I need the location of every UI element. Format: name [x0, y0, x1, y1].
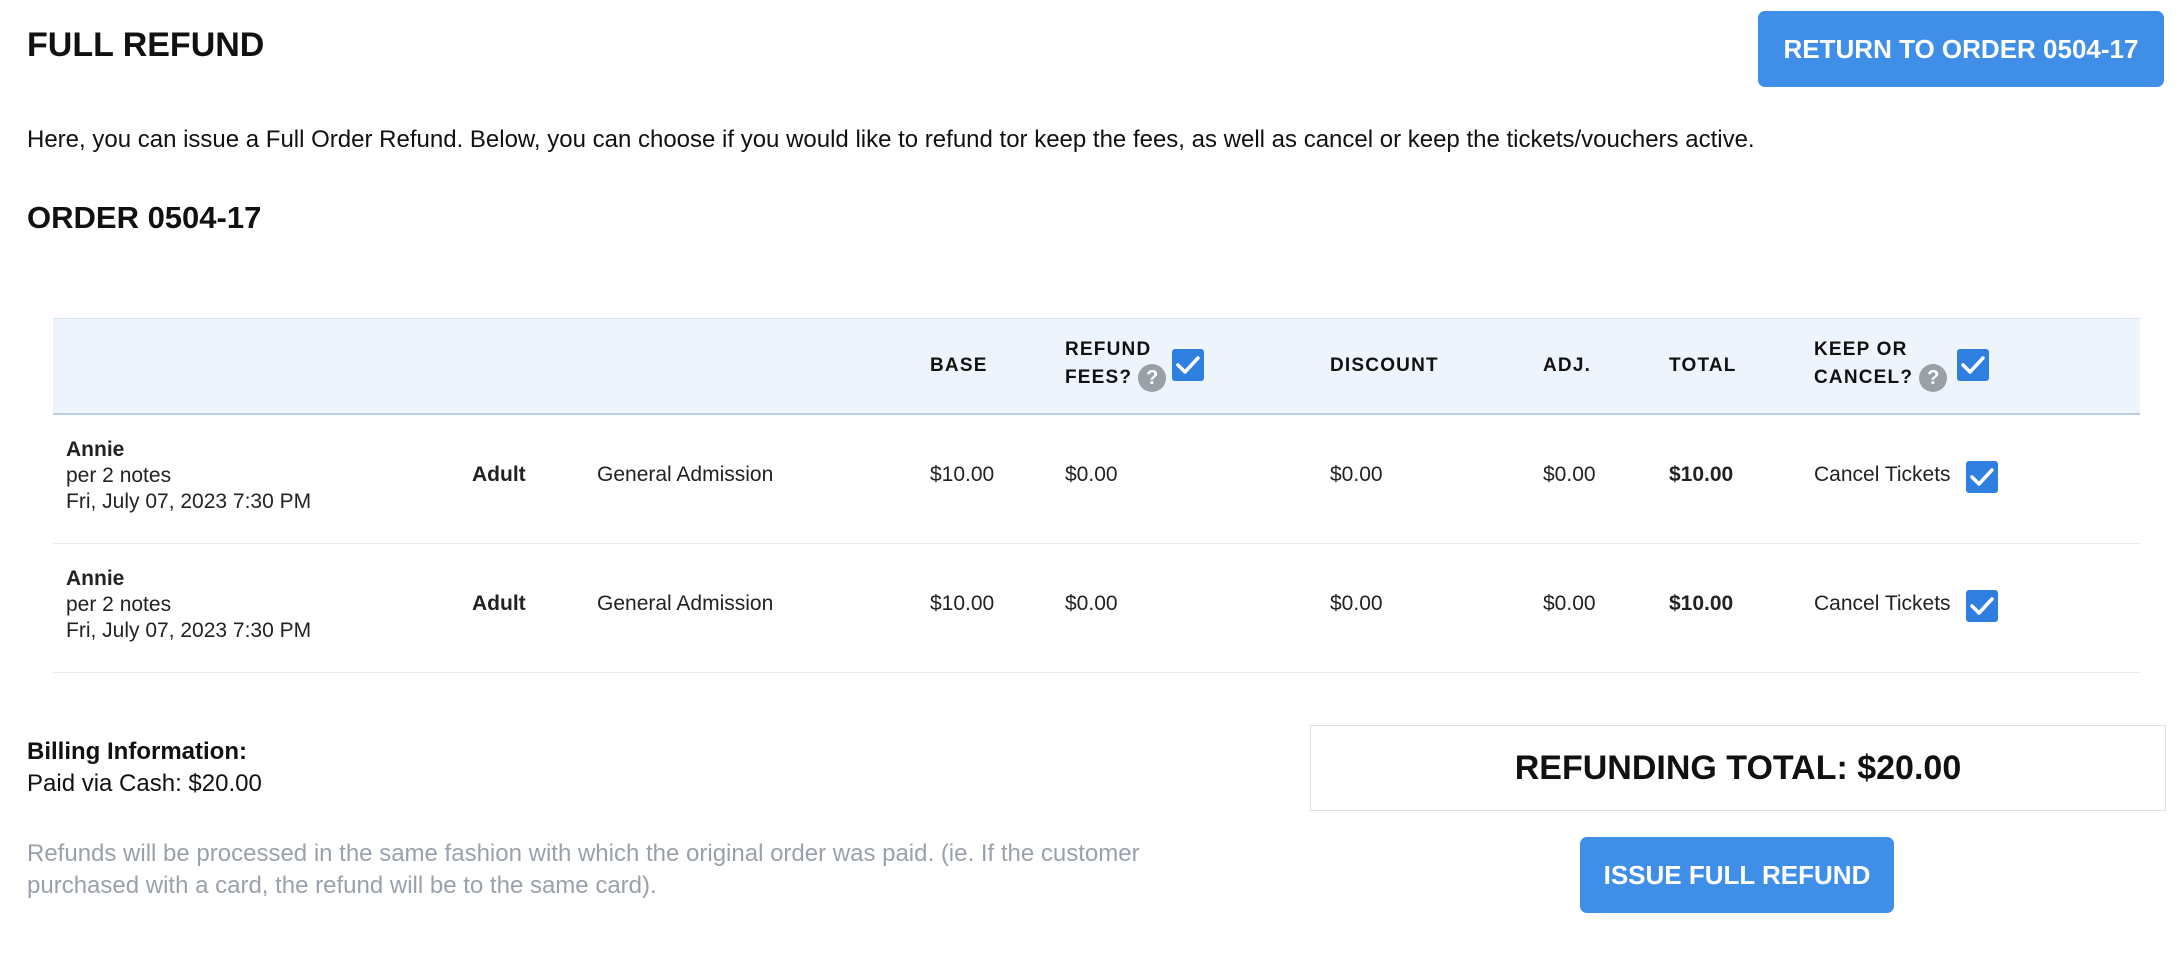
row-action-label: Cancel Tickets: [1814, 463, 1951, 486]
full-refund-page: FULL REFUND RETURN TO ORDER 0504-17 Here…: [0, 0, 2180, 974]
row-action-label: Cancel Tickets: [1814, 592, 1951, 615]
cancel-tickets-checkbox[interactable]: [1966, 461, 1998, 493]
header-refund-fees: REFUND FEES??: [1065, 336, 1167, 392]
admission-type: General Admission: [597, 463, 774, 486]
help-icon[interactable]: ?: [1919, 364, 1948, 392]
intro-text: Here, you can issue a Full Order Refund.…: [27, 126, 1755, 153]
table-row: Annie per 2 notes Fri, July 07, 2023 7:3…: [53, 415, 2140, 544]
ticket-type: Adult: [472, 463, 526, 486]
issue-full-refund-button[interactable]: ISSUE FULL REFUND: [1580, 837, 1894, 913]
refund-note: Refunds will be processed in the same fa…: [27, 840, 1140, 899]
header-keep-cancel-line1: KEEP OR: [1814, 339, 1908, 360]
customer-notes: per 2 notes: [66, 593, 172, 616]
fees-amount: $0.00: [1065, 463, 1118, 486]
order-heading: ORDER 0504-17: [27, 200, 262, 235]
base-amount: $10.00: [930, 463, 995, 486]
header-base: BASE: [930, 355, 988, 376]
customer-name: Annie: [66, 567, 125, 590]
customer-info: Annie per 2 notes Fri, July 07, 2023 7:3…: [66, 566, 311, 644]
header-keep-cancel-line2: CANCEL?: [1814, 367, 1914, 389]
base-amount: $10.00: [930, 592, 995, 615]
checkbox-checked-icon: [1176, 356, 1200, 374]
checkbox-checked-icon: [1961, 356, 1985, 374]
keep-or-cancel-checkbox[interactable]: [1957, 349, 1989, 381]
event-datetime: Fri, July 07, 2023 7:30 PM: [66, 490, 312, 513]
refunding-total: REFUNDING TOTAL: $20.00: [1310, 725, 2166, 811]
cancel-tickets-checkbox[interactable]: [1966, 590, 1998, 622]
header-refund-fees-line2: FEES?: [1065, 367, 1133, 389]
adj-amount: $0.00: [1543, 592, 1596, 615]
header-refund-fees-line1: REFUND: [1065, 339, 1152, 360]
header-total: TOTAL: [1669, 355, 1737, 376]
admission-type: General Admission: [597, 592, 774, 615]
total-amount: $10.00: [1669, 463, 1734, 486]
discount-amount: $0.00: [1330, 463, 1383, 486]
total-amount: $10.00: [1669, 592, 1734, 615]
help-icon[interactable]: ?: [1138, 364, 1167, 392]
refund-fees-checkbox[interactable]: [1172, 349, 1204, 381]
customer-info: Annie per 2 notes Fri, July 07, 2023 7:3…: [66, 437, 311, 515]
header-discount: DISCOUNT: [1330, 355, 1439, 376]
checkbox-checked-icon: [1970, 468, 1994, 486]
customer-notes: per 2 notes: [66, 464, 172, 487]
adj-amount: $0.00: [1543, 463, 1596, 486]
table-row: Annie per 2 notes Fri, July 07, 2023 7:3…: [53, 544, 2140, 673]
return-to-order-button[interactable]: RETURN TO ORDER 0504-17: [1758, 11, 2164, 87]
customer-name: Annie: [66, 438, 125, 461]
discount-amount: $0.00: [1330, 592, 1383, 615]
fees-amount: $0.00: [1065, 592, 1118, 615]
billing-label: Billing Information:: [27, 738, 247, 765]
page-title: FULL REFUND: [27, 26, 265, 64]
event-datetime: Fri, July 07, 2023 7:30 PM: [66, 619, 312, 642]
header-adj: ADJ.: [1543, 355, 1592, 376]
ticket-type: Adult: [472, 592, 526, 615]
header-keep-or-cancel: KEEP OR CANCEL??: [1814, 336, 1948, 392]
refund-table: BASE REFUND FEES?? DISCOUNT ADJ. TOTAL K…: [53, 318, 2140, 673]
table-header: BASE REFUND FEES?? DISCOUNT ADJ. TOTAL K…: [53, 318, 2140, 415]
billing-value: Paid via Cash: $20.00: [27, 770, 262, 797]
checkbox-checked-icon: [1970, 597, 1994, 615]
